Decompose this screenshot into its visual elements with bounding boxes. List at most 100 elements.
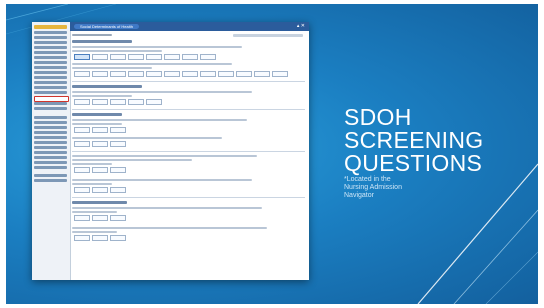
answer-options	[74, 71, 290, 77]
questionnaire-content	[72, 33, 307, 278]
question-text	[72, 207, 262, 209]
question-text	[72, 159, 192, 161]
nav-item	[34, 81, 67, 84]
nav-item	[34, 71, 67, 74]
answer-options	[74, 141, 128, 147]
answer-button[interactable]	[110, 99, 126, 105]
answer-button[interactable]	[110, 71, 126, 77]
answer-button[interactable]	[74, 54, 90, 60]
answer-options	[74, 215, 128, 221]
answer-button[interactable]	[110, 127, 126, 133]
nav-item	[34, 107, 67, 110]
answer-options	[74, 99, 164, 105]
answer-button[interactable]	[182, 54, 198, 60]
nav-item	[34, 76, 67, 79]
slide-heading: SDOH SCREENING QUESTIONS	[344, 106, 534, 175]
slide-text-panel: SDOH SCREENING QUESTIONS *Located in the…	[344, 4, 534, 304]
section-divider	[72, 81, 305, 82]
nav-item	[34, 102, 67, 105]
answer-options	[74, 127, 128, 133]
answer-button[interactable]	[128, 71, 144, 77]
answer-button[interactable]	[74, 99, 90, 105]
answer-button[interactable]	[272, 71, 288, 77]
answer-button[interactable]	[74, 215, 90, 221]
ehr-screenshot: Social Determinants of Health ▴ ✕	[32, 22, 309, 280]
answer-button[interactable]	[218, 71, 234, 77]
question-text	[72, 46, 242, 48]
nav-item	[34, 174, 67, 177]
question-text	[72, 63, 232, 65]
heading-line-3: QUESTIONS	[344, 150, 483, 176]
nav-item	[34, 56, 67, 59]
nav-item	[34, 136, 67, 139]
answer-button[interactable]	[92, 215, 108, 221]
question-subtext	[72, 95, 132, 97]
question-subtext	[72, 231, 117, 233]
section-divider	[72, 197, 305, 198]
answer-button[interactable]	[110, 215, 126, 221]
question-text	[72, 155, 257, 157]
nav-item	[34, 156, 67, 159]
answer-button[interactable]	[164, 54, 180, 60]
answer-button[interactable]	[110, 187, 126, 193]
nav-item	[34, 166, 67, 169]
answer-button[interactable]	[74, 235, 90, 241]
answer-button[interactable]	[146, 99, 162, 105]
answer-button[interactable]	[92, 71, 108, 77]
answer-button[interactable]	[110, 54, 126, 60]
answer-button[interactable]	[182, 71, 198, 77]
nav-item	[34, 121, 67, 124]
answer-button[interactable]	[92, 235, 108, 241]
nav-item	[34, 46, 67, 49]
note-line-2: Nursing Admission	[344, 184, 402, 191]
answer-button[interactable]	[236, 71, 252, 77]
nav-item	[34, 151, 67, 154]
view-toggles	[233, 34, 303, 37]
question-text	[72, 227, 267, 229]
answer-options	[74, 187, 128, 193]
screenshot-titlebar: Social Determinants of Health ▴ ✕	[70, 22, 309, 31]
answer-button[interactable]	[92, 167, 108, 173]
answer-button[interactable]	[200, 54, 216, 60]
answer-button[interactable]	[92, 187, 108, 193]
slide-note: *Located in the Nursing Admission Naviga…	[344, 176, 534, 200]
answer-button[interactable]	[146, 54, 162, 60]
nav-item	[34, 91, 67, 94]
deco-line-top-left	[6, 4, 69, 21]
nav-item	[34, 131, 67, 134]
nav-item	[34, 51, 67, 54]
answer-button[interactable]	[74, 71, 90, 77]
answer-button[interactable]	[146, 71, 162, 77]
screenshot-title: Social Determinants of Health	[74, 24, 139, 29]
answer-button[interactable]	[110, 167, 126, 173]
answer-button[interactable]	[164, 71, 180, 77]
question-text	[72, 179, 252, 181]
heading-line-1: SDOH	[344, 104, 412, 130]
note-line-1: *Located in the	[344, 176, 391, 183]
answer-button[interactable]	[92, 127, 108, 133]
answer-button[interactable]	[74, 167, 90, 173]
answer-button[interactable]	[92, 99, 108, 105]
question-text	[72, 119, 247, 121]
answer-button[interactable]	[74, 187, 90, 193]
question-subtext	[72, 67, 152, 69]
section-header	[72, 40, 132, 43]
answer-button[interactable]	[74, 127, 90, 133]
answer-button[interactable]	[110, 141, 126, 147]
section-divider	[72, 151, 305, 152]
answer-button[interactable]	[74, 141, 90, 147]
navigator-sidebar	[32, 22, 71, 280]
window-controls-icon: ▴ ✕	[296, 23, 305, 29]
answer-button[interactable]	[92, 141, 108, 147]
answer-button[interactable]	[128, 54, 144, 60]
answer-button[interactable]	[128, 99, 144, 105]
nav-item-selected	[34, 25, 67, 29]
question-subtext	[72, 123, 122, 125]
nav-item	[34, 61, 67, 64]
answer-button[interactable]	[110, 235, 126, 241]
question-subtext	[72, 50, 162, 52]
answer-button[interactable]	[200, 71, 216, 77]
answer-button[interactable]	[92, 54, 108, 60]
nav-item	[34, 161, 67, 164]
answer-button[interactable]	[254, 71, 270, 77]
